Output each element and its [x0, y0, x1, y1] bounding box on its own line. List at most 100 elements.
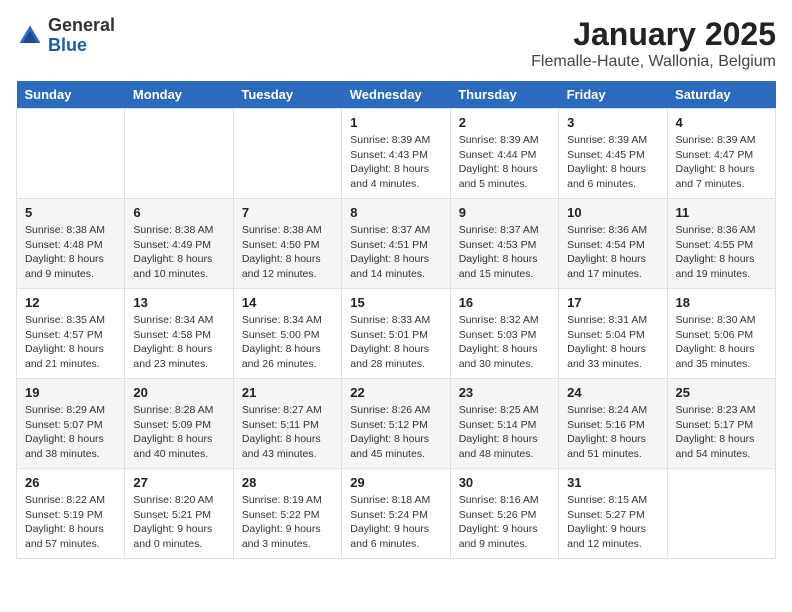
calendar-header-row: SundayMondayTuesdayWednesdayThursdayFrid… — [17, 81, 776, 109]
day-number: 23 — [459, 385, 550, 400]
cell-info: Sunrise: 8:26 AM Sunset: 5:12 PM Dayligh… — [350, 403, 441, 462]
calendar-cell: 11 Sunrise: 8:36 AM Sunset: 4:55 PM Dayli… — [667, 199, 775, 289]
calendar-cell: 14 Sunrise: 8:34 AM Sunset: 5:00 PM Dayli… — [233, 289, 341, 379]
calendar-cell: 3Sunrise: 8:39 AM Sunset: 4:45 PM Daylig… — [559, 109, 667, 199]
day-number: 24 — [567, 385, 658, 400]
calendar-cell: 31Sunrise: 8:15 AM Sunset: 5:27 PM Dayli… — [559, 469, 667, 559]
calendar-week-row: 1 Sunrise: 8:39 AM Sunset: 4:43 PM Daylig… — [17, 109, 776, 199]
cell-info: Sunrise: 8:25 AM Sunset: 5:14 PM Dayligh… — [459, 403, 550, 462]
logo-general: General — [48, 16, 115, 36]
day-number: 21 — [242, 385, 333, 400]
day-number: 30 — [459, 475, 550, 490]
day-number: 13 — [133, 295, 224, 310]
calendar-cell: 27 Sunrise: 8:20 AM Sunset: 5:21 PM Dayli… — [125, 469, 233, 559]
calendar-cell: 22 Sunrise: 8:26 AM Sunset: 5:12 PM Dayli… — [342, 379, 450, 469]
calendar-cell: 10Sunrise: 8:36 AM Sunset: 4:54 PM Dayli… — [559, 199, 667, 289]
calendar-cell: 6 Sunrise: 8:38 AM Sunset: 4:49 PM Daylig… — [125, 199, 233, 289]
day-number: 22 — [350, 385, 441, 400]
cell-info: Sunrise: 8:39 AM Sunset: 4:47 PM Dayligh… — [676, 133, 767, 192]
calendar-cell: 26 Sunrise: 8:22 AM Sunset: 5:19 PM Dayli… — [17, 469, 125, 559]
calendar-week-row: 19 Sunrise: 8:29 AM Sunset: 5:07 PM Dayli… — [17, 379, 776, 469]
cell-info: Sunrise: 8:29 AM Sunset: 5:07 PM Dayligh… — [25, 403, 116, 462]
header-friday: Friday — [559, 81, 667, 109]
calendar-week-row: 5 Sunrise: 8:38 AM Sunset: 4:48 PM Daylig… — [17, 199, 776, 289]
logo-blue: Blue — [48, 36, 115, 56]
cell-info: Sunrise: 8:32 AM Sunset: 5:03 PM Dayligh… — [459, 313, 550, 372]
header-saturday: Saturday — [667, 81, 775, 109]
calendar-cell — [233, 109, 341, 199]
calendar-cell: 8 Sunrise: 8:37 AM Sunset: 4:51 PM Daylig… — [342, 199, 450, 289]
calendar-cell: 9Sunrise: 8:37 AM Sunset: 4:53 PM Daylig… — [450, 199, 558, 289]
day-number: 25 — [676, 385, 767, 400]
cell-info: Sunrise: 8:35 AM Sunset: 4:57 PM Dayligh… — [25, 313, 116, 372]
calendar-cell: 16 Sunrise: 8:32 AM Sunset: 5:03 PM Dayli… — [450, 289, 558, 379]
header-monday: Monday — [125, 81, 233, 109]
calendar-cell: 1 Sunrise: 8:39 AM Sunset: 4:43 PM Daylig… — [342, 109, 450, 199]
cell-info: Sunrise: 8:38 AM Sunset: 4:48 PM Dayligh… — [25, 223, 116, 282]
cell-info: Sunrise: 8:22 AM Sunset: 5:19 PM Dayligh… — [25, 493, 116, 552]
day-number: 29 — [350, 475, 441, 490]
day-number: 14 — [242, 295, 333, 310]
page-title: January 2025 — [531, 16, 776, 53]
calendar-cell: 13 Sunrise: 8:34 AM Sunset: 4:58 PM Dayli… — [125, 289, 233, 379]
cell-info: Sunrise: 8:38 AM Sunset: 4:50 PM Dayligh… — [242, 223, 333, 282]
calendar-cell: 7Sunrise: 8:38 AM Sunset: 4:50 PM Daylig… — [233, 199, 341, 289]
cell-info: Sunrise: 8:39 AM Sunset: 4:45 PM Dayligh… — [567, 133, 658, 192]
header-tuesday: Tuesday — [233, 81, 341, 109]
cell-info: Sunrise: 8:23 AM Sunset: 5:17 PM Dayligh… — [676, 403, 767, 462]
cell-info: Sunrise: 8:24 AM Sunset: 5:16 PM Dayligh… — [567, 403, 658, 462]
calendar-week-row: 26 Sunrise: 8:22 AM Sunset: 5:19 PM Dayli… — [17, 469, 776, 559]
title-block: January 2025 Flemalle-Haute, Wallonia, B… — [531, 16, 776, 71]
cell-info: Sunrise: 8:39 AM Sunset: 4:43 PM Dayligh… — [350, 133, 441, 192]
day-number: 8 — [350, 205, 441, 220]
cell-info: Sunrise: 8:15 AM Sunset: 5:27 PM Dayligh… — [567, 493, 658, 552]
cell-info: Sunrise: 8:37 AM Sunset: 4:51 PM Dayligh… — [350, 223, 441, 282]
day-number: 27 — [133, 475, 224, 490]
day-number: 1 — [350, 115, 441, 130]
day-number: 2 — [459, 115, 550, 130]
calendar-cell: 2Sunrise: 8:39 AM Sunset: 4:44 PM Daylig… — [450, 109, 558, 199]
day-number: 18 — [676, 295, 767, 310]
page-subtitle: Flemalle-Haute, Wallonia, Belgium — [531, 53, 776, 71]
calendar-cell: 30 Sunrise: 8:16 AM Sunset: 5:26 PM Dayli… — [450, 469, 558, 559]
calendar-cell: 29 Sunrise: 8:18 AM Sunset: 5:24 PM Dayli… — [342, 469, 450, 559]
logo: General Blue — [16, 16, 115, 56]
calendar-cell — [667, 469, 775, 559]
header-thursday: Thursday — [450, 81, 558, 109]
cell-info: Sunrise: 8:34 AM Sunset: 5:00 PM Dayligh… — [242, 313, 333, 372]
calendar-cell: 21 Sunrise: 8:27 AM Sunset: 5:11 PM Dayli… — [233, 379, 341, 469]
cell-info: Sunrise: 8:27 AM Sunset: 5:11 PM Dayligh… — [242, 403, 333, 462]
calendar-cell: 15 Sunrise: 8:33 AM Sunset: 5:01 PM Dayli… — [342, 289, 450, 379]
calendar-cell: 17 Sunrise: 8:31 AM Sunset: 5:04 PM Dayli… — [559, 289, 667, 379]
calendar-cell: 25 Sunrise: 8:23 AM Sunset: 5:17 PM Dayli… — [667, 379, 775, 469]
cell-info: Sunrise: 8:33 AM Sunset: 5:01 PM Dayligh… — [350, 313, 441, 372]
cell-info: Sunrise: 8:36 AM Sunset: 4:54 PM Dayligh… — [567, 223, 658, 282]
calendar-cell: 19 Sunrise: 8:29 AM Sunset: 5:07 PM Dayli… — [17, 379, 125, 469]
day-number: 11 — [676, 205, 767, 220]
day-number: 16 — [459, 295, 550, 310]
cell-info: Sunrise: 8:20 AM Sunset: 5:21 PM Dayligh… — [133, 493, 224, 552]
day-number: 6 — [133, 205, 224, 220]
cell-info: Sunrise: 8:16 AM Sunset: 5:26 PM Dayligh… — [459, 493, 550, 552]
header: General Blue January 2025 Flemalle-Haute… — [16, 16, 776, 71]
cell-info: Sunrise: 8:38 AM Sunset: 4:49 PM Dayligh… — [133, 223, 224, 282]
calendar-cell: 5 Sunrise: 8:38 AM Sunset: 4:48 PM Daylig… — [17, 199, 125, 289]
cell-info: Sunrise: 8:31 AM Sunset: 5:04 PM Dayligh… — [567, 313, 658, 372]
day-number: 5 — [25, 205, 116, 220]
calendar-cell — [125, 109, 233, 199]
calendar-table: SundayMondayTuesdayWednesdayThursdayFrid… — [16, 81, 776, 559]
day-number: 15 — [350, 295, 441, 310]
header-sunday: Sunday — [17, 81, 125, 109]
calendar-cell: 12Sunrise: 8:35 AM Sunset: 4:57 PM Dayli… — [17, 289, 125, 379]
day-number: 17 — [567, 295, 658, 310]
day-number: 9 — [459, 205, 550, 220]
header-wednesday: Wednesday — [342, 81, 450, 109]
cell-info: Sunrise: 8:36 AM Sunset: 4:55 PM Dayligh… — [676, 223, 767, 282]
day-number: 26 — [25, 475, 116, 490]
cell-info: Sunrise: 8:34 AM Sunset: 4:58 PM Dayligh… — [133, 313, 224, 372]
day-number: 19 — [25, 385, 116, 400]
calendar-cell — [17, 109, 125, 199]
calendar-cell: 28Sunrise: 8:19 AM Sunset: 5:22 PM Dayli… — [233, 469, 341, 559]
cell-info: Sunrise: 8:18 AM Sunset: 5:24 PM Dayligh… — [350, 493, 441, 552]
calendar-cell: 4Sunrise: 8:39 AM Sunset: 4:47 PM Daylig… — [667, 109, 775, 199]
